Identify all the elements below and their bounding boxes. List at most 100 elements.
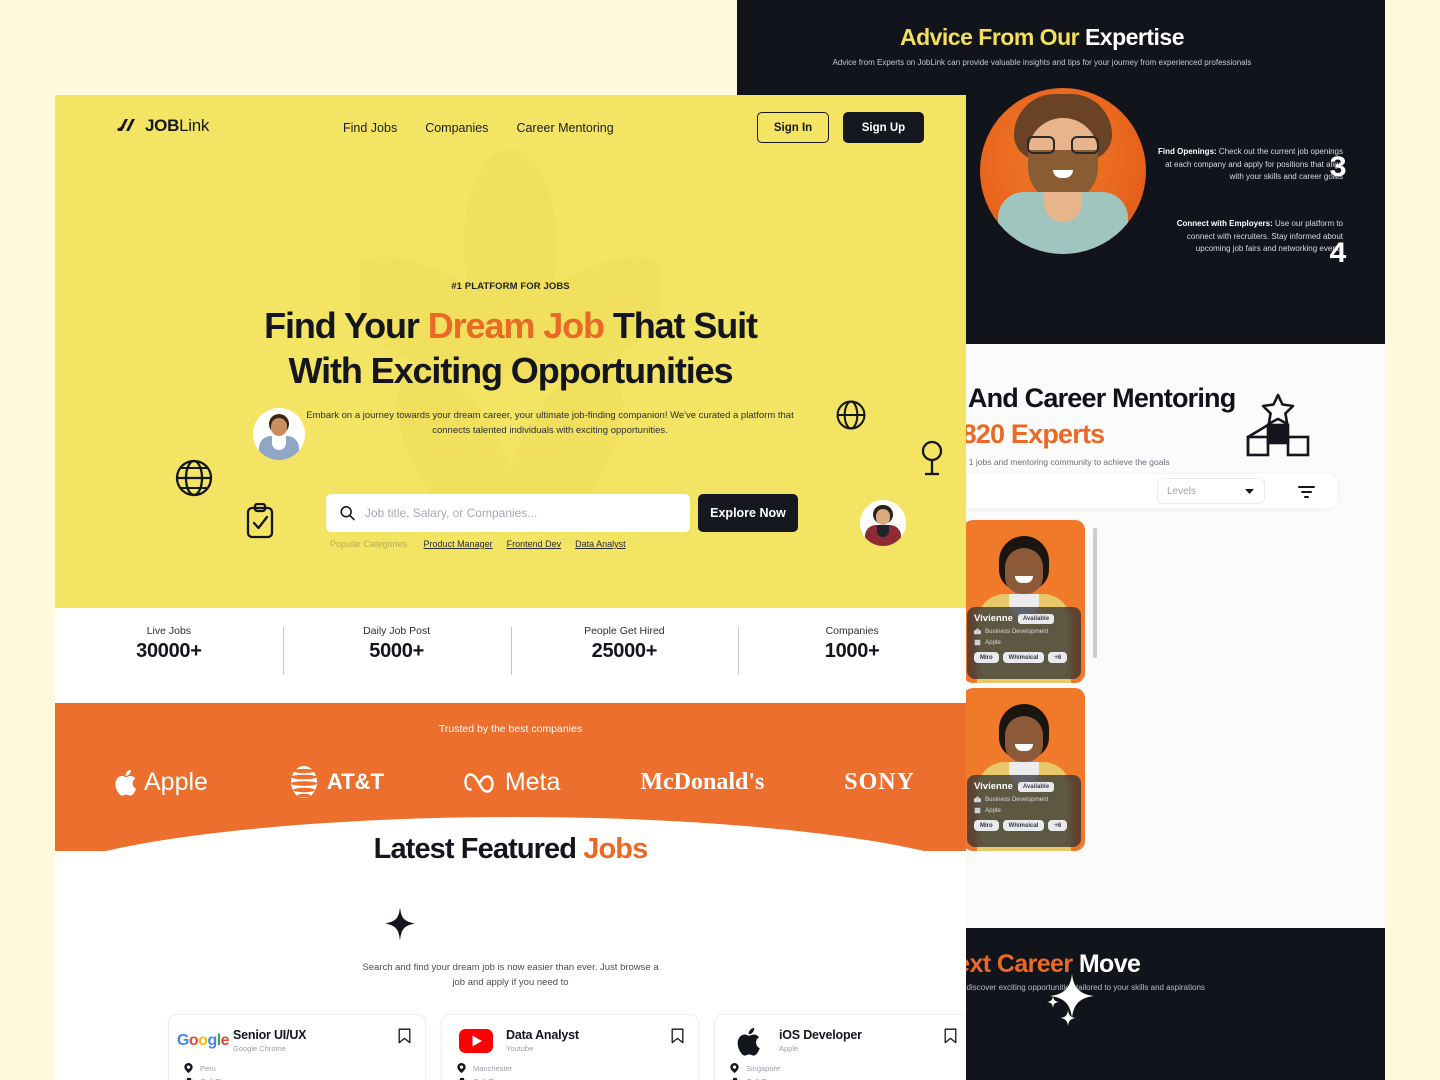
advice-step-3: Find Openings: Check out the current job… (1155, 146, 1343, 184)
bookmark-icon[interactable] (671, 1028, 684, 1044)
logo-mark-icon (117, 119, 135, 132)
hero-search: Explore Now (326, 494, 798, 532)
popular-category-data-analyst[interactable]: Data Analyst (575, 539, 626, 549)
featured-jobs-subtitle: Search and find your dream job is now ea… (362, 962, 659, 988)
job-location: Peru (200, 1063, 216, 1073)
sparkle-icon-small (1047, 996, 1059, 1008)
featured-title-part1: Latest Featured (373, 833, 584, 865)
meta-infinity-icon (464, 773, 494, 793)
mentor-skill-more: +6 (1048, 820, 1068, 831)
mentor-company: Apple (985, 639, 1001, 646)
mentor-card[interactable]: Vivienne Available Business Development … (963, 688, 1085, 851)
stat-label: Companies (825, 625, 879, 637)
advice-step-3-heading: Find Openings: (1158, 147, 1217, 156)
stat-label: Daily Job Post (363, 625, 431, 637)
mentor-status-badge: Available (1017, 613, 1055, 624)
bookmark-icon[interactable] (398, 1028, 411, 1044)
location-icon (184, 1063, 193, 1073)
trusted-section: Trusted by the best companies Apple AT&T… (55, 703, 966, 897)
youtube-logo-icon (457, 1028, 495, 1054)
apple-logo: Apple (115, 768, 208, 797)
filter-icon (1297, 485, 1315, 498)
globe-icon-left (175, 459, 213, 497)
job-title: iOS Developer (779, 1028, 862, 1042)
nav-link-career-mentoring[interactable]: Career Mentoring (516, 121, 613, 135)
mentor-role: Business Development (985, 628, 1049, 635)
job-meta: Manchester Full-Time Negotiable (457, 1063, 683, 1080)
search-icon (340, 506, 355, 521)
location-pin-icon (921, 440, 943, 476)
advice-step-4: Connect with Employers: Use our platform… (1155, 218, 1343, 256)
logo[interactable]: JOBLink (117, 116, 209, 136)
briefcase-icon (974, 796, 981, 803)
levels-dropdown[interactable]: Levels (1157, 478, 1265, 504)
stat-people-get-hired: People Get Hired 25000+ (510, 625, 739, 675)
nav-link-find-jobs[interactable]: Find Jobs (343, 121, 397, 135)
screenshot-root: Advice From Our Expertise Advice from Ex… (0, 0, 1440, 1080)
job-card[interactable]: Google Senior UI/UX Google Chrome Peru F… (168, 1014, 426, 1080)
mentor-card[interactable]: Vivienne Available Business Development … (963, 520, 1085, 683)
popular-category-frontend-dev[interactable]: Frontend Dev (507, 539, 562, 549)
mentor-name: Vivienne (974, 781, 1013, 792)
main-page-card: JOBLink Find Jobs Companies Career Mento… (55, 95, 966, 1080)
hero-title-part1: Find Your (264, 305, 428, 346)
mentor-name: Vivienne (974, 613, 1013, 624)
logo-text-light: Link (179, 116, 210, 135)
chevron-down-icon (1245, 488, 1254, 494)
apple-logo-icon (730, 1027, 768, 1056)
apple-logo-text: Apple (144, 767, 208, 796)
filter-button[interactable] (1293, 479, 1319, 503)
building-icon (974, 639, 981, 646)
mentor-grid-scrollbar[interactable] (1093, 528, 1097, 658)
stat-value: 25000+ (591, 640, 658, 662)
hero-section: JOBLink Find Jobs Companies Career Mento… (55, 95, 966, 608)
mentor-role: Business Development (985, 796, 1049, 803)
explore-now-button[interactable]: Explore Now (698, 494, 798, 532)
search-box[interactable] (326, 494, 690, 532)
mentor-info: Vivienne Available Business Development … (967, 607, 1081, 679)
bookmark-icon[interactable] (944, 1028, 957, 1044)
google-logo-icon: Google (176, 1032, 230, 1049)
job-company: Youtube (506, 1044, 534, 1053)
sign-up-button[interactable]: Sign Up (843, 112, 924, 143)
job-card[interactable]: Data Analyst Youtube Manchester Full-Tim… (441, 1014, 699, 1080)
briefcase-icon (184, 1077, 194, 1080)
location-icon (730, 1063, 739, 1073)
job-meta: Singapore Full-Time Negotiable (730, 1063, 956, 1080)
att-globe-icon (290, 766, 317, 798)
expert-avatar (980, 88, 1146, 254)
popular-category-product-manager[interactable]: Product Manager (424, 539, 493, 549)
meta-logo-text: Meta (504, 767, 561, 796)
att-logo: AT&T (288, 765, 384, 799)
job-title: Data Analyst (506, 1028, 579, 1042)
mentor-info: Vivienne Available Business Development … (967, 775, 1081, 847)
job-card[interactable]: iOS Developer Apple Singapore Full-Time … (714, 1014, 966, 1080)
featured-jobs-heading: Latest Featured Jobs (55, 833, 966, 866)
stat-value: 5000+ (369, 640, 424, 662)
mentor-skill-more: +6 (1048, 652, 1068, 663)
att-logo-text: AT&T (326, 769, 384, 794)
sign-in-button[interactable]: Sign In (757, 112, 829, 143)
search-input[interactable] (364, 506, 676, 520)
briefcase-icon (730, 1077, 740, 1080)
hero-title: Find Your Dream Job That Suit With Excit… (55, 303, 966, 393)
hero-title-highlight: Dream Job (427, 305, 605, 346)
stats-bar: Live Jobs 30000+ Daily Job Post 5000+ Pe… (55, 613, 966, 675)
trusted-label: Trusted by the best companies (438, 723, 583, 735)
stat-label: Live Jobs (146, 625, 192, 637)
nav-links: Find Jobs Companies Career Mentoring (343, 121, 614, 135)
podium-icon (1246, 393, 1310, 457)
job-location: Manchester (473, 1063, 513, 1073)
featured-title-highlight: Jobs (583, 833, 648, 865)
hero-avatar-left (253, 408, 305, 460)
globe-icon-right (836, 400, 866, 430)
mentor-skill-tag: Whimsical (1002, 820, 1045, 831)
hero-avatar-right (860, 500, 906, 546)
hero-paragraph: Embark on a journey towards your dream c… (306, 410, 794, 436)
nav-link-companies[interactable]: Companies (425, 121, 488, 135)
stat-live-jobs: Live Jobs 30000+ (55, 625, 283, 663)
job-company: Google Chrome (233, 1044, 286, 1053)
company-logos: Apple AT&T Meta McDonald's SONY (115, 765, 915, 799)
advice-step-4-number: 4 (1329, 238, 1348, 272)
apple-icon (115, 769, 136, 796)
